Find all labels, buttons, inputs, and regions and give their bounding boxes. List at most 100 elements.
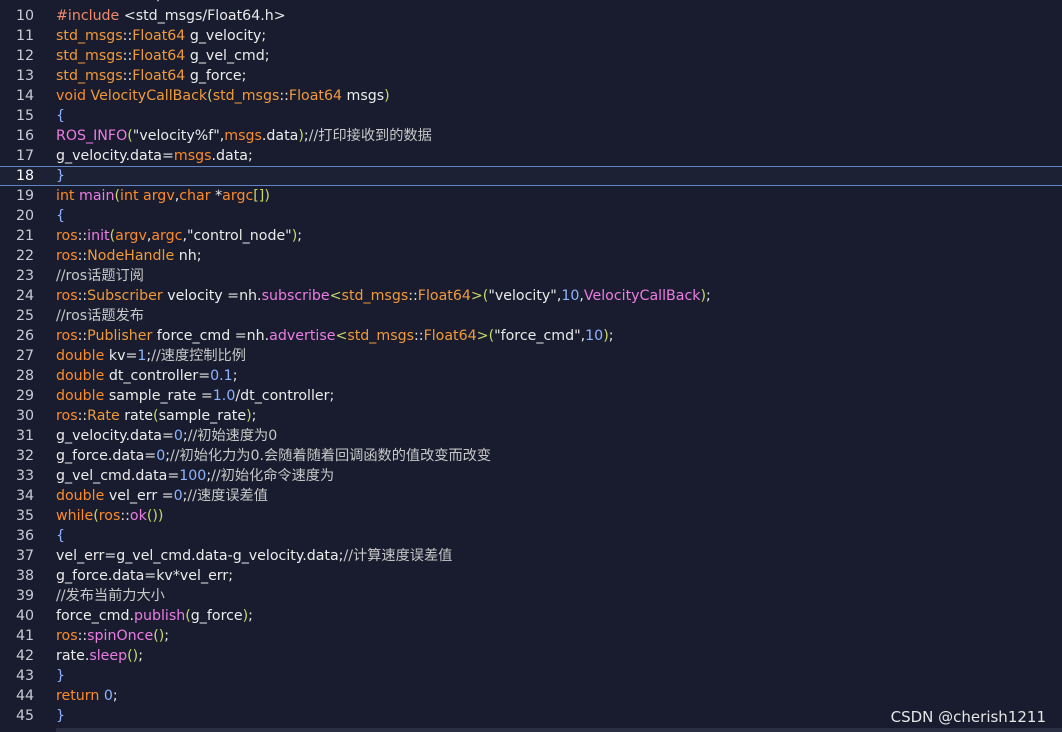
- code-token: ): [264, 188, 270, 204]
- code-text: while(ros::ok()): [56, 506, 163, 526]
- line-number: 21: [15, 228, 34, 244]
- line-number: 13: [15, 68, 34, 84]
- line-number: 23: [15, 268, 34, 284]
- code-line[interactable]: 33 g_vel_cmd.data=100;//初始化命令速度为: [0, 466, 1062, 486]
- watermark: CSDN @cherish1211: [890, 708, 1046, 726]
- code-token: =: [161, 488, 174, 504]
- code-token: dt_controller;: [240, 388, 335, 404]
- code-token: VelocityCallBack: [90, 88, 208, 104]
- code-line[interactable]: 16 ROS_INFO("velocity%f",msgs.data);//打印接…: [0, 126, 1062, 146]
- horizontal-scrollbar[interactable]: [56, 728, 1062, 732]
- line-number: 37: [15, 548, 34, 564]
- code-text: {: [56, 206, 65, 226]
- code-text: //ros话题订阅: [56, 266, 144, 286]
- code-token: Float64: [417, 288, 471, 304]
- code-line[interactable]: 31 g_velocity.data=0;//初始速度为0: [0, 426, 1062, 446]
- code-line[interactable]: 26 ros::Publisher force_cmd =nh.advertise…: [0, 326, 1062, 346]
- code-line[interactable]: 34 double vel_err =0;//速度误差值: [0, 486, 1062, 506]
- code-token: std_msgs: [56, 48, 123, 64]
- code-token: vel_err: [108, 488, 162, 504]
- code-token: Publisher: [87, 328, 153, 344]
- code-text: }: [56, 706, 65, 726]
- code-token: ros: [56, 288, 78, 304]
- code-token: ::: [414, 328, 424, 344]
- code-token: 10: [561, 288, 580, 304]
- line-number: 17: [15, 148, 34, 164]
- code-line[interactable]: 36 {: [0, 526, 1062, 546]
- code-line[interactable]: 11 std_msgs::Float64 g_velocity;: [0, 26, 1062, 46]
- code-token: <ros/ros.h>: [124, 0, 209, 4]
- code-token: ::: [77, 228, 88, 244]
- code-line[interactable]: 43}: [0, 666, 1062, 686]
- line-number: 31: [15, 428, 34, 444]
- code-token: int: [56, 188, 80, 204]
- code-line[interactable]: 27 double kv=1;//速度控制比例: [0, 346, 1062, 366]
- code-line[interactable]: 38 g_force.data=kv*vel_err;: [0, 566, 1062, 586]
- line-number: 14: [15, 88, 34, 104]
- code-token: g_vel_cmd.data: [56, 468, 168, 484]
- code-token: std_msgs: [212, 88, 280, 104]
- code-token: ;: [164, 628, 170, 644]
- code-line[interactable]: 30 ros::Rate rate(sample_rate);: [0, 406, 1062, 426]
- code-text: g_force.data=0;//初始化力为0.会随着随着回调函数的值改变而改变: [56, 446, 491, 466]
- code-token: g_vel_cmd;: [185, 48, 270, 64]
- code-line[interactable]: 24 ros::Subscriber velocity =nh.subscribe…: [0, 286, 1062, 306]
- code-token: nh;: [174, 248, 202, 264]
- line-number: 28: [15, 368, 34, 384]
- code-line[interactable]: 37 vel_err=g_vel_cmd.data-g_velocity.data…: [0, 546, 1062, 566]
- code-line[interactable]: 44 return 0;: [0, 686, 1062, 706]
- code-line[interactable]: 12 std_msgs::Float64 g_vel_cmd;: [0, 46, 1062, 66]
- code-line[interactable]: 28 double dt_controller=0.1;: [0, 366, 1062, 386]
- code-token: double: [56, 488, 109, 504]
- code-line[interactable]: 19 int main(int argv,char *argc[]): [0, 186, 1062, 206]
- code-token: ros: [56, 628, 78, 644]
- code-line[interactable]: 42 rate.sleep();: [0, 646, 1062, 666]
- code-token: void: [56, 88, 91, 104]
- code-token: while: [56, 508, 94, 524]
- code-line[interactable]: 20 {: [0, 206, 1062, 226]
- code-line[interactable]: 35 while(ros::ok()): [0, 506, 1062, 526]
- code-line[interactable]: 39 //发布当前力大小: [0, 586, 1062, 606]
- code-line[interactable]: 15 {: [0, 106, 1062, 126]
- code-line[interactable]: 10 #include <std_msgs/Float64.h>: [0, 6, 1062, 26]
- code-token: double: [56, 368, 109, 384]
- code-line[interactable]: 17 g_velocity.data=msgs.data;: [0, 146, 1062, 166]
- code-text: int main(int argv,char *argc[]): [56, 186, 270, 206]
- code-token: //发布当前力大小: [56, 588, 165, 604]
- code-line[interactable]: 14 void VelocityCallBack(std_msgs::Float6…: [0, 86, 1062, 106]
- code-token: kv: [156, 568, 173, 584]
- code-text: ros::Rate rate(sample_rate);: [56, 406, 256, 426]
- line-number: 43: [15, 668, 34, 684]
- line-number: 39: [15, 588, 34, 604]
- code-token: ;: [297, 228, 303, 244]
- code-line[interactable]: 25 //ros话题发布: [0, 306, 1062, 326]
- code-token: =: [200, 388, 213, 404]
- line-number: 11: [15, 28, 34, 44]
- code-token: .data;: [211, 148, 253, 164]
- code-line[interactable]: 13 std_msgs::Float64 g_force;: [0, 66, 1062, 86]
- code-line[interactable]: 18}: [0, 166, 1062, 186]
- code-token: ;: [251, 408, 257, 424]
- code-line[interactable]: 23 //ros话题订阅: [0, 266, 1062, 286]
- code-line[interactable]: 41 ros::spinOnce();: [0, 626, 1062, 646]
- code-line[interactable]: 22 ros::NodeHandle nh;: [0, 246, 1062, 266]
- code-text: {: [56, 526, 65, 546]
- code-line[interactable]: 21 ros::init(argv,argc,"control_node");: [0, 226, 1062, 246]
- code-token: =: [162, 428, 174, 444]
- code-token: }: [56, 708, 66, 724]
- code-line[interactable]: 40 force_cmd.publish(g_force);: [0, 606, 1062, 626]
- code-token: #include: [56, 8, 124, 24]
- code-token: 1.0: [212, 388, 236, 404]
- code-editor[interactable]: 9#include <ros/ros.h>10#include <std_msg…: [0, 0, 1062, 726]
- code-token: ): [384, 88, 390, 104]
- code-token: spinOnce: [87, 628, 154, 644]
- code-token: g_force;: [185, 68, 247, 84]
- code-token: std_msgs: [56, 28, 123, 44]
- code-token: Subscriber: [87, 288, 163, 304]
- code-token: nh.: [239, 288, 262, 304]
- code-token: 100: [179, 468, 207, 484]
- code-token: g_velocity;: [185, 28, 267, 44]
- code-token: Float64: [288, 88, 343, 104]
- code-line[interactable]: 29 double sample_rate =1.0/dt_controller;: [0, 386, 1062, 406]
- code-line[interactable]: 32 g_force.data=0;//初始化力为0.会随着随着回调函数的值改变而…: [0, 446, 1062, 466]
